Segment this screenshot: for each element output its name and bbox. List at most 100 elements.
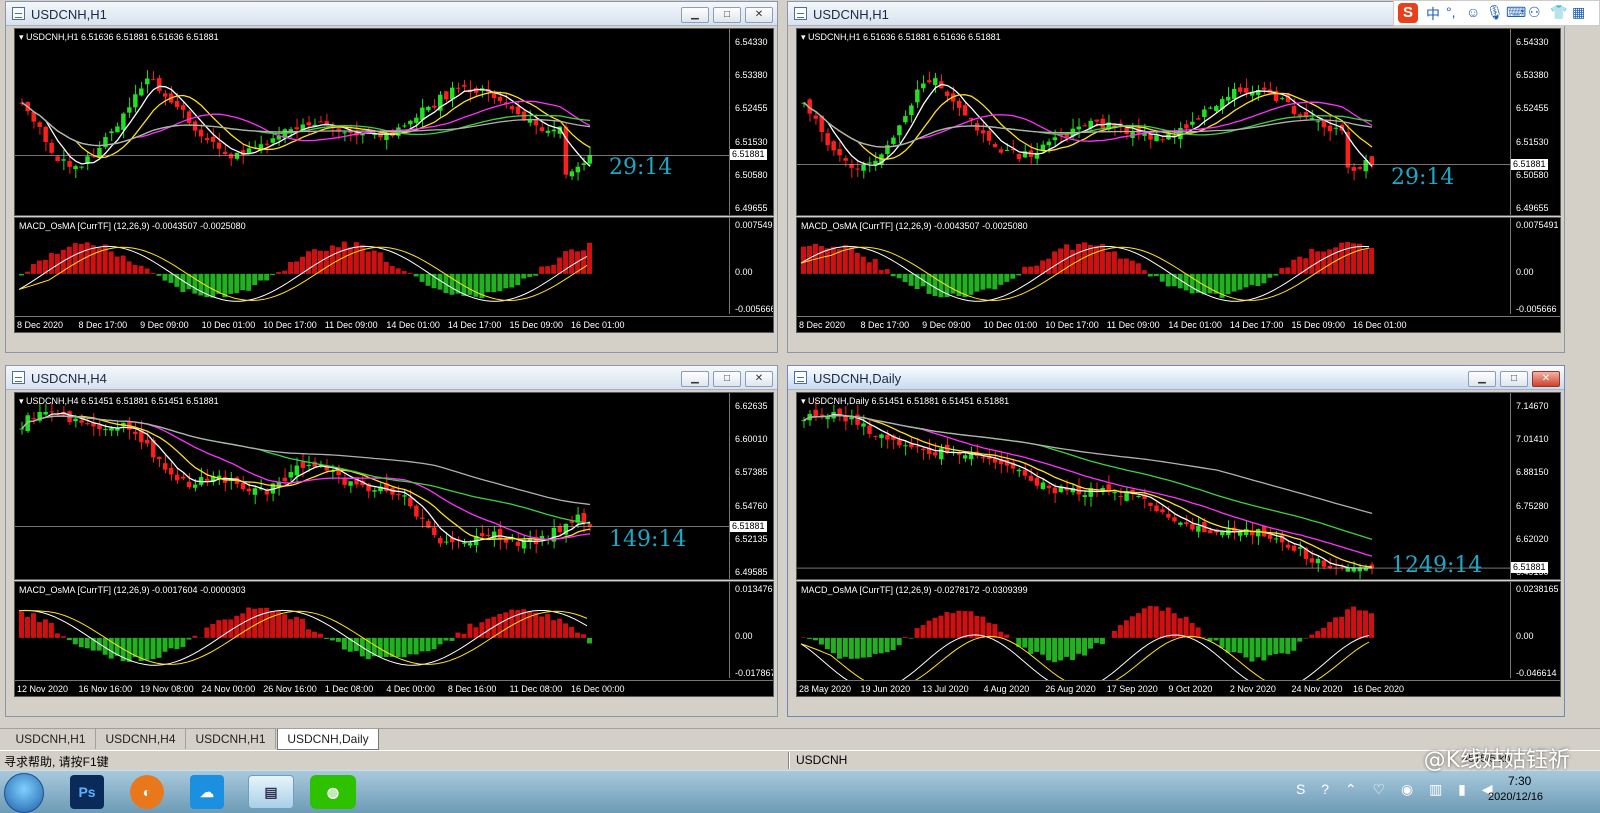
chart-window-daily[interactable]: USDCNH,Daily ▁ □ ✕ ▾ USDCNH,Daily 6.5145… (787, 365, 1565, 717)
keyboard-icon[interactable]: ⌨ (1506, 4, 1526, 21)
macd-histogram-bar (389, 266, 395, 274)
price-axis[interactable]: 6.54330 6.53380 6.52455 6.51530 6.50580 6.496… (1510, 29, 1560, 215)
clock-time[interactable]: 7:30 (1508, 774, 1531, 788)
macd-histogram-bar (66, 637, 72, 641)
macd-histogram-bar (539, 616, 545, 638)
candle-body (485, 534, 491, 536)
price-chart-pane[interactable]: ▾ USDCNH,H1 6.51636 6.51881 6.51636 6.51… (796, 28, 1561, 216)
candle-body (497, 96, 503, 102)
photoshop-icon[interactable]: Ps (70, 775, 104, 809)
start-button[interactable] (4, 773, 44, 813)
price-axis[interactable]: 7.146707.014106.881506.752806.620206.491… (1510, 393, 1560, 579)
maximize-button[interactable]: □ (1500, 371, 1528, 387)
window-titlebar[interactable]: USDCNH,H1 ▁ □ ✕ (6, 2, 777, 26)
close-button[interactable]: ✕ (745, 7, 773, 23)
candle-body (240, 482, 246, 490)
time-axis[interactable]: 8 Dec 2020 8 Dec 17:00 9 Dec 09:00 10 Dec 0… (797, 316, 1560, 332)
ime-lang-toggle[interactable]: 中 (1426, 4, 1440, 24)
macd-histogram-bar (986, 622, 992, 638)
candle-body (837, 148, 842, 156)
close-button[interactable]: ✕ (1532, 371, 1560, 387)
macd-indicator-pane[interactable]: MACD_OsMA [CurrTF] (12,26,9) -0.0043507 … (796, 217, 1561, 333)
candle-body (252, 488, 258, 495)
wechat-icon[interactable]: ◍ (310, 775, 356, 809)
candle-body (438, 537, 443, 544)
candle-body (1052, 487, 1058, 494)
macd-histogram-bar (926, 620, 932, 638)
window-title: USDCNH,H4 (31, 371, 107, 386)
candle-body (945, 91, 950, 96)
candle-body (557, 526, 563, 533)
tab-usdcnh-h1-2[interactable]: USDCNH,H1 (186, 729, 276, 749)
price-chart-pane[interactable]: ▾ USDCNH,H4 6.51451 6.51881 6.51451 6.51… (14, 392, 774, 580)
price-chart-svg (15, 402, 729, 554)
ime-toolbar[interactable]: S 中 °, ☺ 🎙 ⌨ ⚇ 👕 ▦ (1393, 0, 1600, 26)
time-axis[interactable]: 8 Dec 2020 8 Dec 17:00 9 Dec 09:00 10 Dec 0… (15, 316, 773, 332)
tab-usdcnh-daily[interactable]: USDCNH,Daily (277, 729, 379, 750)
window-titlebar[interactable]: USDCNH,Daily ▁ □ ✕ (788, 366, 1564, 390)
time-axis[interactable]: 28 May 2020 19 Jun 2020 13 Jul 2020 4 Aug 2… (797, 680, 1560, 696)
minimize-button[interactable]: ▁ (1468, 371, 1496, 387)
maximize-button[interactable]: □ (713, 7, 741, 23)
candle-body (420, 107, 425, 120)
maximize-button[interactable]: □ (713, 371, 741, 387)
sogou-logo-icon[interactable]: S (1398, 3, 1418, 23)
macd-histogram-bar (806, 637, 812, 639)
tab-usdcnh-h4[interactable]: USDCNH,H4 (96, 729, 186, 749)
tray-icons[interactable]: S ? ⌃ ♡ ◉ ▥ ▮ ◀ (1296, 781, 1499, 798)
browser-icon[interactable]: ◐ (130, 775, 164, 809)
chart-window-h1-right[interactable]: USDCNH,H1 ▾ USDCNH,H1 6.51636 6.51881 6.… (787, 1, 1565, 353)
toolbox-icon[interactable]: ▦ (1572, 4, 1585, 21)
candle-body (885, 434, 890, 440)
macd-histogram-bar (1279, 637, 1285, 654)
price-chart-pane[interactable]: ▾ USDCNH,H1 6.51636 6.51881 6.51636 6.51… (14, 28, 774, 216)
macd-tick-label: 0.0075491 (1516, 220, 1559, 230)
candle-body (414, 505, 419, 517)
time-tick-label: 8 Dec 16:00 (447, 684, 497, 694)
chart-window-h4[interactable]: USDCNH,H4 ▁ □ ✕ ▾ USDCNH,H4 6.51451 6.51… (5, 365, 778, 717)
minimize-button[interactable]: ▁ (681, 371, 709, 387)
candle-body (109, 131, 114, 134)
candle-body (1094, 119, 1099, 122)
chart-window-h1-left[interactable]: USDCNH,H1 ▁ □ ✕ ▾ USDCNH,H1 6.51636 6.51… (5, 1, 778, 353)
candle-body (168, 467, 174, 475)
macd-histogram-bar (258, 273, 264, 281)
clock-date[interactable]: 2020/12/16 (1488, 791, 1543, 803)
candle-body (432, 527, 437, 536)
close-button[interactable]: ✕ (745, 371, 773, 387)
tab-usdcnh-h1[interactable]: USDCNH,H1 (6, 729, 96, 749)
macd-histogram-bar (461, 633, 467, 638)
mt4-app-icon[interactable]: ▤ (248, 775, 294, 809)
macd-indicator-pane[interactable]: MACD_OsMA [CurrTF] (12,26,9) -0.0278172 … (796, 581, 1561, 697)
skin-icon[interactable]: 👕 (1550, 4, 1567, 21)
macd-histogram-bar (848, 246, 854, 274)
price-axis[interactable]: 6.54330 6.53380 6.52455 6.51530 6.50580 6.496… (729, 29, 773, 215)
macd-indicator-pane[interactable]: MACD_OsMA [CurrTF] (12,26,9) -0.0043507 … (14, 217, 774, 333)
window-titlebar[interactable]: USDCNH,H4 ▁ □ ✕ (6, 366, 777, 390)
macd-histogram-bar (311, 631, 317, 638)
candle-body (897, 439, 902, 446)
symbol-ohlc-info: ▾ USDCNH,H1 6.51636 6.51881 6.51636 6.51… (19, 32, 219, 42)
candle-body (1022, 469, 1028, 476)
status-symbol: USDCNH (796, 753, 848, 767)
user-icon[interactable]: ⚇ (1528, 4, 1541, 21)
minimize-button[interactable]: ▁ (681, 7, 709, 23)
time-tick-label: 16 Dec 01:00 (1353, 320, 1407, 330)
macd-histogram-bar (1297, 256, 1303, 274)
time-axis[interactable]: 12 Nov 2020 16 Nov 16:00 19 Nov 08:00 24 No… (15, 680, 773, 696)
candle-body (933, 452, 938, 456)
cloud-app-icon[interactable]: ☁ (190, 775, 224, 809)
emoji-icon[interactable]: ☺ (1466, 4, 1480, 20)
macd-histogram-bar (950, 613, 956, 638)
punctuation-icon[interactable]: °, (1446, 4, 1456, 20)
macd-indicator-pane[interactable]: MACD_OsMA [CurrTF] (12,26,9) -0.0017604 … (14, 581, 774, 697)
price-chart-pane[interactable]: ▾ USDCNH,Daily 6.51451 6.51881 6.51451 6… (796, 392, 1561, 580)
candle-body (1190, 523, 1195, 530)
price-axis[interactable]: 6.62635 6.60010 6.57385 6.54760 6.52135 6.495… (729, 393, 773, 579)
microphone-icon[interactable]: 🎙 (1486, 4, 1504, 21)
candle-body (897, 125, 902, 136)
macd-histogram-bar (1285, 267, 1291, 274)
candle-body (1046, 141, 1052, 146)
macd-histogram-bar (371, 250, 377, 274)
macd-histogram-bar (998, 273, 1004, 285)
